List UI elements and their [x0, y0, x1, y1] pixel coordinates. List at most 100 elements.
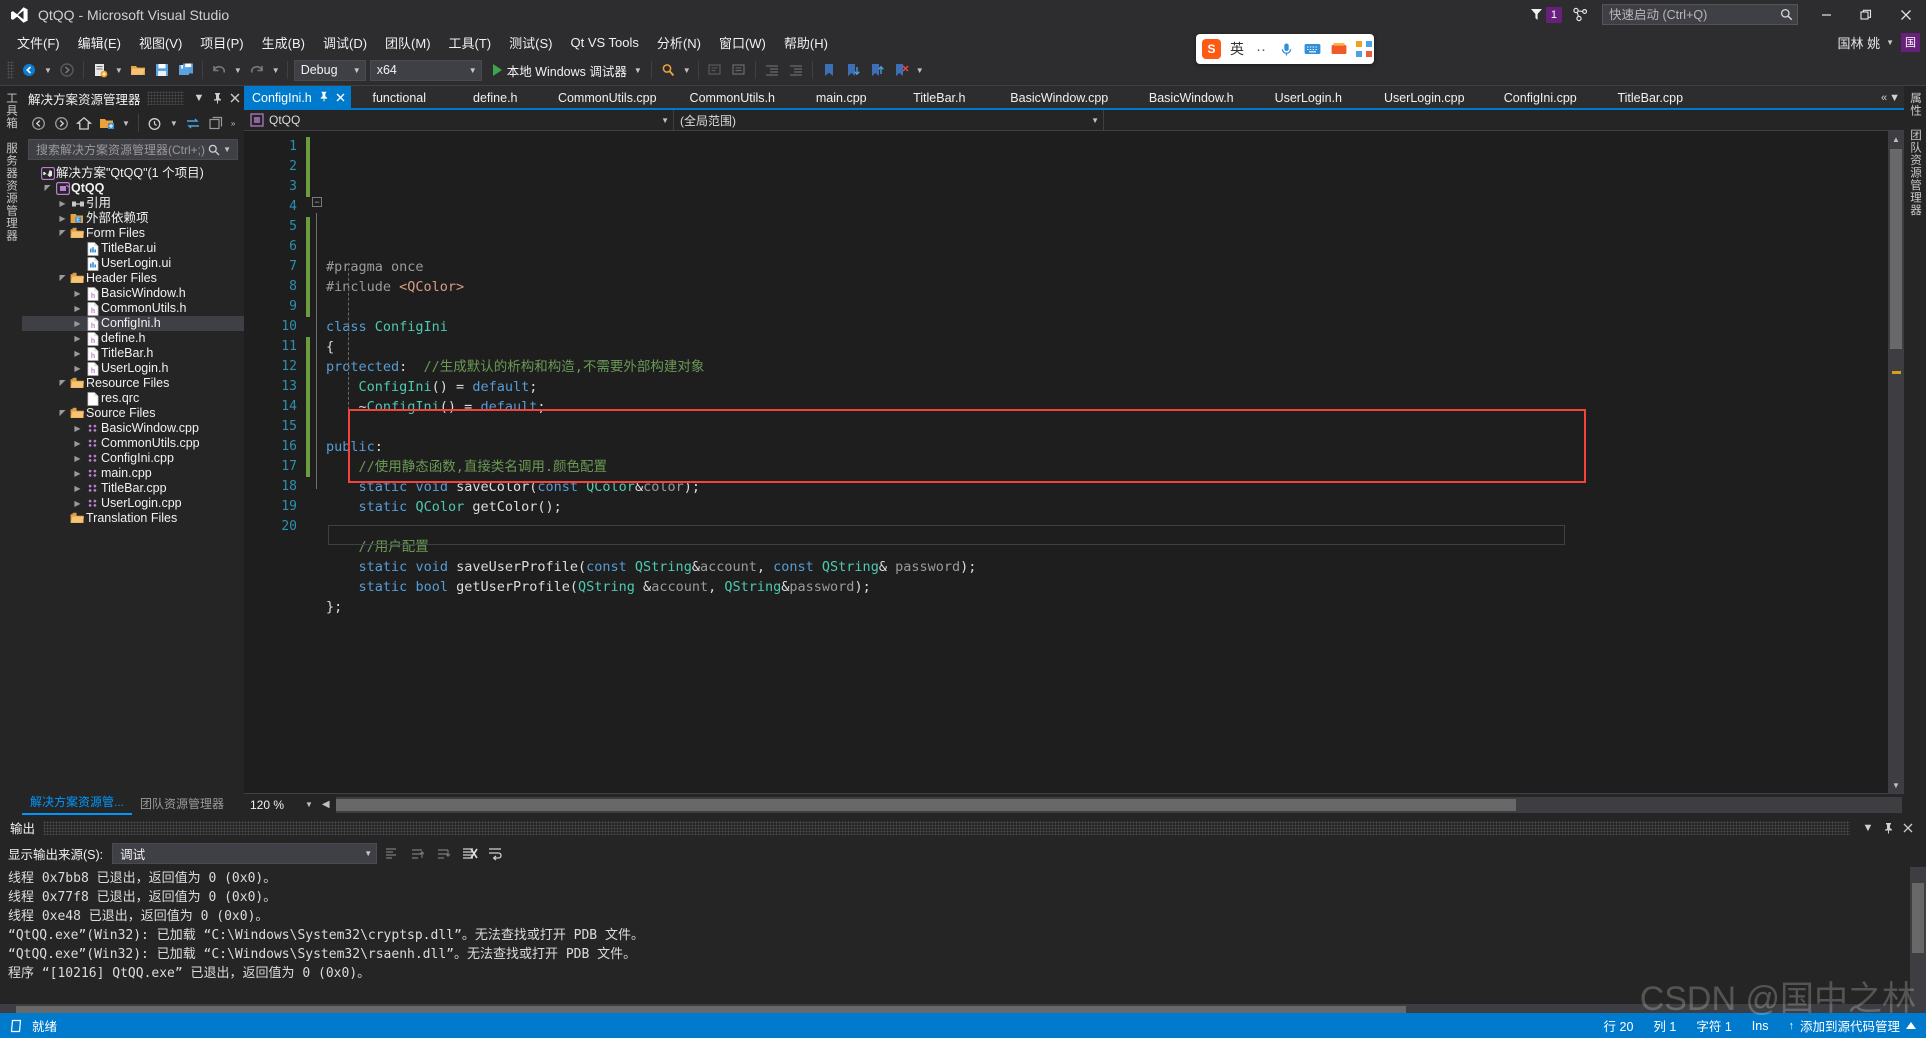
output-close-icon[interactable] — [1898, 818, 1918, 838]
menu-window[interactable]: 窗口(W) — [710, 31, 775, 53]
code-line[interactable]: #include <QColor> — [326, 277, 1904, 297]
solution-platform-combo[interactable]: x64 ▼ — [369, 59, 482, 81]
tree-item[interactable]: UserLogin.ui — [22, 256, 244, 271]
clear-output-icon[interactable] — [457, 843, 481, 865]
tree-item[interactable]: ▶ h CommonUtils.h — [22, 301, 244, 316]
tree-item[interactable]: ▶ h ConfigIni.h — [22, 316, 244, 331]
menu-view[interactable]: 视图(V) — [130, 31, 191, 53]
menu-test[interactable]: 测试(S) — [500, 31, 561, 53]
menu-debug[interactable]: 调试(D) — [314, 31, 376, 53]
menu-team[interactable]: 团队(M) — [376, 31, 440, 53]
expand-arrow-closed-icon[interactable]: ▶ — [71, 436, 84, 451]
scroll-tabs-left-icon[interactable]: « — [1881, 92, 1887, 104]
next-bookmark-button[interactable] — [841, 58, 865, 82]
tree-item[interactable]: ◢ Header Files — [22, 271, 244, 286]
horizontal-scroll-thumb[interactable] — [335, 798, 1516, 811]
tree-item[interactable]: ▶ CommonUtils.cpp — [22, 436, 244, 451]
code-line[interactable]: public: — [326, 437, 1904, 457]
sogou-ime-toolbar[interactable]: S 英 ·· — [1196, 34, 1374, 64]
editor-tab[interactable]: TitleBar.h — [890, 86, 990, 110]
clear-bookmarks-button[interactable] — [889, 58, 913, 82]
menu-build[interactable]: 生成(B) — [253, 31, 314, 53]
close-tab-icon[interactable] — [336, 91, 345, 105]
breakpoint-margin[interactable] — [244, 131, 260, 793]
close-button[interactable] — [1886, 0, 1926, 29]
editor-vertical-scrollbar[interactable]: ▲ ▼ — [1888, 131, 1904, 793]
expand-arrow-open-icon[interactable]: ◢ — [41, 181, 54, 196]
editor-tab[interactable]: BasicWindow.h — [1130, 86, 1254, 110]
new-project-dropdown-icon[interactable]: ▼ — [112, 66, 126, 75]
redo-dropdown-icon[interactable]: ▼ — [269, 66, 283, 75]
code-line[interactable] — [326, 617, 1904, 637]
tree-item[interactable]: TitleBar.ui — [22, 241, 244, 256]
tree-item[interactable]: ◢ Form Files — [22, 226, 244, 241]
menu-edit[interactable]: 编辑(E) — [69, 31, 130, 53]
editor-tab[interactable]: TitleBar.cpp — [1596, 86, 1706, 110]
pending-changes-icon[interactable] — [144, 112, 166, 134]
server-explorer-vertical-tab[interactable]: 服务器资源管理器 — [0, 136, 22, 248]
expand-arrow-closed-icon[interactable]: ▶ — [71, 316, 84, 331]
save-all-button[interactable] — [174, 58, 198, 82]
increase-indent-button[interactable] — [784, 58, 808, 82]
pin-tab-icon[interactable] — [319, 91, 329, 105]
code-editor[interactable]: 1 2 3 4 5 6 7 8 9 10 11 12 13 14 15 16 17 18 19 20 − #pragm… — [244, 131, 1904, 793]
home-icon[interactable] — [73, 112, 95, 134]
toggle-word-wrap-icon[interactable] — [483, 843, 507, 865]
code-line[interactable]: { — [326, 337, 1904, 357]
sogou-logo-icon[interactable]: S — [1202, 39, 1221, 59]
panel-menu-chevron-icon[interactable]: ▼ — [190, 89, 208, 107]
editor-tab[interactable]: main.cpp — [794, 86, 890, 110]
quick-launch-box[interactable] — [1602, 4, 1798, 25]
minimize-button[interactable] — [1806, 0, 1846, 29]
tree-item[interactable]: ▶ BasicWindow.cpp — [22, 421, 244, 436]
chevron-down-icon[interactable]: ▼ — [119, 119, 133, 128]
code-line[interactable]: }; — [326, 597, 1904, 617]
menu-file[interactable]: 文件(F) — [8, 31, 69, 53]
chevron-down-icon-2[interactable]: ▼ — [167, 119, 181, 128]
undo-dropdown-icon[interactable]: ▼ — [231, 66, 245, 75]
solution-tree[interactable]: 解决方案"QtQQ"(1 个项目) ◢ QtQQ ▶ 引用 ▶ E 外部依赖项 ◢ Form Fi… — [22, 164, 244, 793]
scroll-left-icon[interactable]: ◀ — [316, 799, 336, 810]
code-line[interactable]: static void saveUserProfile(const QStrin… — [326, 557, 1904, 577]
code-line[interactable]: static QColor getColor(); — [326, 497, 1904, 517]
tree-item[interactable]: res.qrc — [22, 391, 244, 406]
outlining-margin[interactable]: − — [310, 131, 326, 793]
output-menu-chevron-icon[interactable]: ▼ — [1858, 818, 1878, 838]
solution-explorer-overflow-icon[interactable]: » — [228, 119, 238, 128]
tree-item[interactable]: ▶ h UserLogin.h — [22, 361, 244, 376]
notifications-button[interactable]: 1 — [1529, 6, 1562, 23]
tree-item[interactable]: ▶ h BasicWindow.h — [22, 286, 244, 301]
menu-help[interactable]: 帮助(H) — [775, 31, 837, 53]
menu-tools[interactable]: 工具(T) — [440, 31, 501, 53]
expand-arrow-closed-icon[interactable]: ▶ — [71, 301, 84, 316]
avatar[interactable]: 国 — [1901, 32, 1920, 52]
tree-item[interactable]: ▶ main.cpp — [22, 466, 244, 481]
go-to-next-message-icon[interactable] — [431, 843, 455, 865]
redo-button[interactable] — [245, 58, 269, 82]
tree-item[interactable]: ◢ QtQQ — [22, 181, 244, 196]
output-scroll-thumb[interactable] — [1912, 883, 1924, 953]
expand-arrow-open-icon[interactable]: ◢ — [56, 406, 69, 421]
send-feedback-icon[interactable] — [1572, 6, 1590, 24]
expand-arrow-open-icon[interactable]: ◢ — [56, 376, 69, 391]
tree-item[interactable]: ▶ UserLogin.cpp — [22, 496, 244, 511]
expand-arrow-open-icon[interactable]: ◢ — [56, 226, 69, 241]
output-source-combo[interactable]: 调试 ▼ — [112, 843, 378, 864]
expand-arrow-closed-icon[interactable]: ▶ — [71, 466, 84, 481]
collapse-class-button[interactable]: − — [312, 197, 322, 207]
forward-icon[interactable] — [50, 112, 72, 134]
tab-team-explorer[interactable]: 团队资源管理器 — [132, 793, 232, 815]
decrease-indent-button[interactable] — [760, 58, 784, 82]
code-line[interactable]: protected: //生成默认的析构和构造,不需要外部构建对象 — [326, 357, 1904, 377]
output-vertical-scrollbar[interactable] — [1910, 867, 1926, 1004]
code-line[interactable]: class ConfigIni — [326, 317, 1904, 337]
editor-horizontal-scrollbar[interactable] — [335, 796, 1902, 813]
expand-arrow-closed-icon[interactable]: ▶ — [71, 421, 84, 436]
editor-tab[interactable]: UserLogin.cpp — [1364, 86, 1486, 110]
code-line[interactable]: #pragma once — [326, 257, 1904, 277]
tree-item[interactable]: 解决方案"QtQQ"(1 个项目) — [22, 166, 244, 181]
back-icon[interactable] — [27, 112, 49, 134]
properties-window-icon[interactable] — [205, 112, 227, 134]
undo-button[interactable] — [207, 58, 231, 82]
expand-arrow-closed-icon[interactable]: ▶ — [71, 331, 84, 346]
